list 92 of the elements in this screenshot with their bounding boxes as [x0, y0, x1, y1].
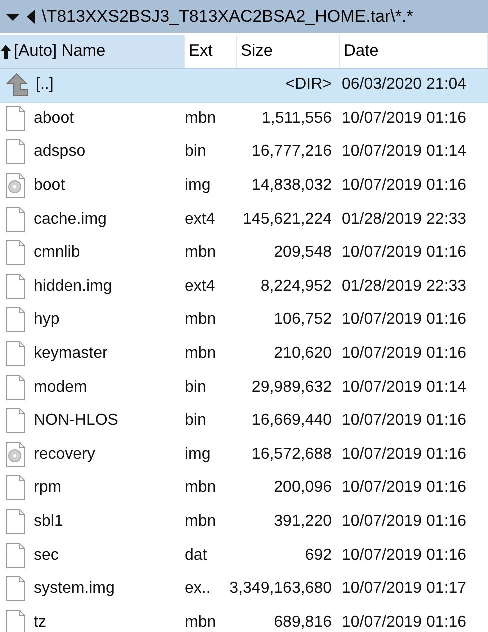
- file-size: 29,989,632: [252, 378, 333, 397]
- file-size: 106,752: [274, 311, 333, 330]
- file-row[interactable]: [..] <DIR> 06/03/2020 21:04: [0, 69, 488, 103]
- file-date: 10/07/2019 01:16: [341, 311, 468, 330]
- file-date: 10/07/2019 01:16: [341, 513, 468, 532]
- file-size: 145,621,224: [243, 210, 333, 229]
- file-icon: [6, 374, 26, 401]
- file-date: 10/07/2019 01:16: [341, 614, 468, 632]
- file-date: 10/07/2019 01:16: [341, 546, 468, 565]
- file-name: recovery: [34, 446, 96, 464]
- file-date: 10/07/2019 01:16: [341, 345, 468, 364]
- file-size: 16,777,216: [252, 143, 333, 162]
- file-icon: [6, 509, 26, 536]
- file-size: 692: [305, 546, 333, 565]
- file-size: 210,620: [274, 345, 333, 364]
- file-name: aboot: [34, 110, 74, 128]
- file-size: 391,220: [274, 513, 333, 532]
- file-name: hyp: [34, 311, 60, 330]
- file-icon: [6, 206, 26, 233]
- file-ext: img: [185, 446, 212, 464]
- file-icon: [6, 341, 26, 368]
- file-icon: [6, 240, 26, 266]
- file-date: 10/07/2019 01:16: [341, 446, 468, 464]
- file-icon: [6, 475, 26, 502]
- file-icon: [6, 610, 26, 632]
- file-ext: bin: [185, 143, 208, 162]
- file-size: <DIR>: [286, 76, 333, 94]
- column-header[interactable]: Date: [340, 35, 488, 68]
- file-date: 01/28/2019 22:33: [341, 278, 468, 296]
- file-ext: ext4: [185, 210, 216, 229]
- file-ext: bin: [185, 412, 208, 430]
- file-size: 1,511,556: [262, 110, 333, 128]
- file-size: 3,349,163,680: [230, 580, 333, 598]
- file-ext: dat: [185, 546, 208, 565]
- file-ext: mbn: [185, 345, 218, 364]
- file-name: sbl1: [34, 513, 64, 532]
- file-name: boot: [34, 177, 66, 196]
- file-date: 10/07/2019 01:14: [341, 143, 468, 162]
- file-name: adspso: [34, 143, 86, 162]
- file-name: keymaster: [34, 345, 108, 364]
- file-date: 10/07/2019 01:16: [341, 412, 468, 430]
- file-name: rpm: [34, 479, 62, 498]
- file-size: 16,669,440: [252, 412, 333, 430]
- sort-up-arrow-icon: [0, 44, 12, 60]
- path-text: \T813XXS2BSJ3_T813XAC2BSA2_HOME.tar\*.*: [42, 6, 414, 26]
- file-icon: [6, 576, 26, 602]
- file-name: modem: [34, 378, 88, 397]
- file-size: 689,816: [274, 614, 333, 632]
- file-name: [..]: [36, 76, 54, 94]
- file-name: tz: [34, 614, 46, 632]
- file-name: cmnlib: [34, 244, 80, 262]
- file-size: 209,548: [274, 244, 333, 262]
- file-name: NON-HLOS: [34, 412, 118, 430]
- file-date: 10/07/2019 01:17: [341, 580, 468, 598]
- file-date: 10/07/2019 01:16: [341, 479, 468, 498]
- file-date: 10/07/2019 01:16: [341, 110, 468, 128]
- file-ext: img: [185, 177, 212, 196]
- column-header[interactable]: Ext: [185, 35, 237, 68]
- file-icon: [6, 307, 26, 334]
- file-icon: [6, 274, 26, 300]
- file-size: 8,224,952: [260, 278, 333, 296]
- file-ext: mbn: [185, 110, 218, 128]
- file-date: 10/07/2019 01:14: [341, 378, 468, 397]
- file-date: 06/03/2020 21:04: [341, 76, 468, 94]
- file-ext: bin: [185, 378, 208, 397]
- file-name: cache.img: [34, 210, 107, 229]
- file-ext: mbn: [185, 311, 218, 330]
- dropdown-caret-icon[interactable]: [6, 12, 20, 22]
- file-date: 10/07/2019 01:16: [341, 177, 468, 196]
- file-icon: [6, 139, 26, 166]
- file-icon: [6, 106, 26, 132]
- file-ext: mbn: [185, 479, 218, 498]
- file-ext: mbn: [185, 244, 218, 262]
- file-size: 14,838,032: [252, 177, 333, 196]
- disc-file-icon: [6, 442, 26, 468]
- column-header[interactable]: [Auto] Name: [0, 35, 185, 68]
- file-size: 200,096: [274, 479, 333, 498]
- up-arrow-icon: [6, 73, 28, 98]
- disc-file-icon: [6, 173, 26, 200]
- file-icon: [6, 542, 26, 569]
- file-ext: mbn: [185, 614, 218, 632]
- column-header[interactable]: Size: [237, 35, 340, 68]
- file-size: 16,572,688: [252, 446, 333, 464]
- file-name: sec: [34, 546, 59, 565]
- file-ext: mbn: [185, 513, 218, 532]
- file-name: system.img: [34, 580, 115, 598]
- file-date: 01/28/2019 22:33: [341, 210, 468, 229]
- file-name: hidden.img: [34, 278, 112, 296]
- file-icon: [6, 408, 26, 434]
- back-triangle-icon[interactable]: [26, 10, 36, 24]
- file-date: 10/07/2019 01:16: [341, 244, 468, 262]
- file-ext: ext4: [185, 278, 216, 296]
